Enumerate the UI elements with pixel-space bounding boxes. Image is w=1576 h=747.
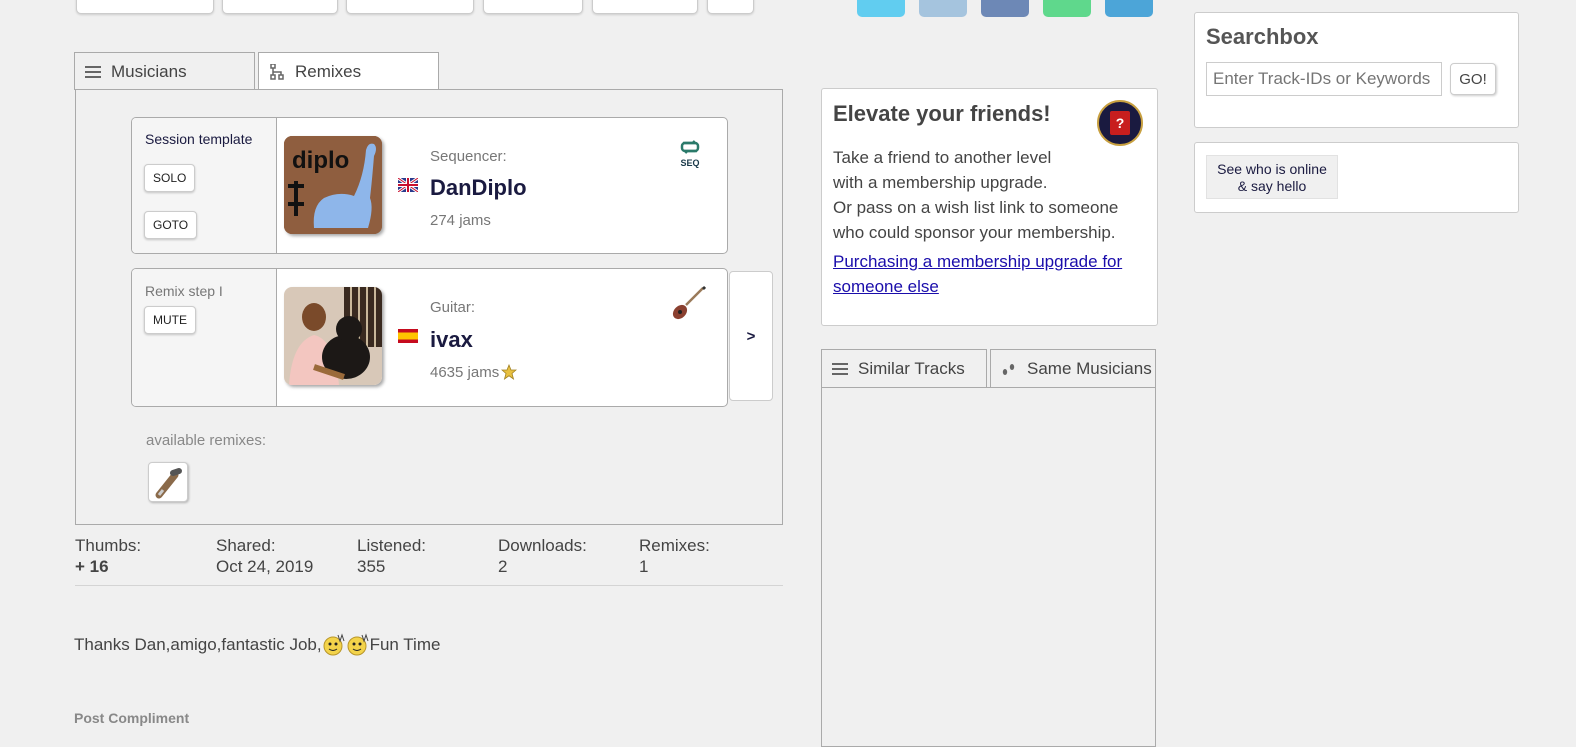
toolbar-button-1[interactable] bbox=[76, 0, 214, 14]
musician-name[interactable]: DanDiplo bbox=[430, 175, 527, 201]
whatsapp-share-button[interactable] bbox=[1043, 0, 1091, 17]
elevate-line-2: with a membership upgrade. bbox=[833, 173, 1048, 192]
jam-count: 274 jams bbox=[430, 212, 491, 229]
list-icon bbox=[85, 64, 101, 80]
search-input[interactable] bbox=[1206, 62, 1442, 96]
spain-flag-icon bbox=[398, 329, 418, 343]
tab-same-musicians[interactable]: Same Musicians bbox=[990, 349, 1156, 387]
comment-text-start: Thanks Dan,amigo,fantastic Job, bbox=[74, 635, 322, 654]
toolbar-button-3[interactable] bbox=[346, 0, 474, 14]
avatar-logo-text: diplo bbox=[292, 147, 349, 174]
next-remix-button[interactable]: > bbox=[729, 271, 773, 401]
stat-downloads-label: Downloads: bbox=[498, 536, 587, 555]
musician-role: Guitar: bbox=[430, 299, 476, 316]
jam-count: 4635 jams bbox=[430, 364, 500, 381]
musician-name[interactable]: ivax bbox=[430, 327, 473, 353]
next-remix-label: > bbox=[746, 327, 756, 345]
elevate-text: Take a friend to another level with a me… bbox=[833, 145, 1153, 245]
facebook-share-button[interactable] bbox=[981, 0, 1029, 17]
tab-remixes-label: Remixes bbox=[295, 61, 362, 81]
smiley-icon bbox=[322, 633, 346, 657]
see-who-online-line-1: See who is online bbox=[1217, 161, 1327, 177]
tab-same-label: Same Musicians bbox=[1027, 358, 1152, 378]
post-compliment-label[interactable]: Post Compliment bbox=[74, 710, 189, 726]
stat-shared-label: Shared: bbox=[216, 536, 276, 555]
searchbox-title: Searchbox bbox=[1206, 24, 1319, 49]
diplo-avatar-image: diplo bbox=[284, 136, 382, 234]
goto-button[interactable]: GOTO bbox=[144, 211, 198, 239]
sequencer-loop-shape bbox=[680, 140, 700, 154]
tab-musicians-label: Musicians bbox=[111, 61, 187, 81]
ivax-avatar-image bbox=[284, 287, 382, 385]
stats-divider bbox=[75, 585, 783, 586]
track-status-label: Remix step I bbox=[145, 283, 223, 299]
elevate-line-1: Take a friend to another level bbox=[833, 148, 1052, 167]
share-button-2[interactable] bbox=[919, 0, 967, 17]
available-remixes-label: available remixes: bbox=[146, 432, 267, 449]
list-icon bbox=[832, 361, 848, 377]
online-panel: See who is online & say hello bbox=[1194, 142, 1519, 213]
see-who-online-line-2: & say hello bbox=[1237, 178, 1307, 194]
comment-text-end: Fun Time bbox=[369, 635, 441, 654]
stat-listened-value: 355 bbox=[357, 557, 386, 576]
star-icon bbox=[500, 363, 518, 380]
remix-thumbnail[interactable] bbox=[148, 462, 188, 502]
search-go-button[interactable]: GO! bbox=[1450, 63, 1496, 95]
help-icon-glyph: ? bbox=[1115, 115, 1125, 131]
track-card-controls: Remix step I MUTE bbox=[132, 269, 277, 406]
tab-similar-tracks[interactable]: Similar Tracks bbox=[821, 349, 987, 387]
footsteps-icon bbox=[1001, 361, 1017, 377]
similar-tracks-panel bbox=[821, 387, 1156, 747]
stat-remixes-value: 1 bbox=[639, 557, 649, 576]
elevate-title: Elevate your friends! bbox=[833, 101, 1051, 126]
tab-remixes[interactable]: Remixes bbox=[258, 52, 439, 90]
help-book-icon: ? bbox=[1110, 111, 1130, 135]
track-card-sequencer: Session template SOLO GOTO diplo Sequenc… bbox=[131, 117, 728, 254]
toolbar-button-6[interactable] bbox=[707, 0, 754, 14]
twitter-share-button[interactable] bbox=[857, 0, 905, 17]
track-card-guitar: Remix step I MUTE Guitar: ivax 4635 jams bbox=[131, 268, 728, 407]
microphone-icon bbox=[155, 468, 182, 499]
avatar[interactable]: diplo bbox=[284, 136, 382, 234]
guitar-icon bbox=[670, 285, 707, 321]
searchbox-panel: Searchbox GO! bbox=[1194, 12, 1519, 128]
toolbar-button-5[interactable] bbox=[592, 0, 698, 14]
stat-thumbs-label: Thumbs: bbox=[75, 536, 142, 555]
mute-button[interactable]: MUTE bbox=[144, 306, 196, 334]
elevate-friends-box: Elevate your friends! ? Take a friend to… bbox=[821, 88, 1158, 326]
tab-musicians[interactable]: Musicians bbox=[74, 52, 255, 90]
elevate-line-3: Or pass on a wish list link to someone bbox=[833, 198, 1119, 217]
avatar[interactable] bbox=[284, 287, 382, 385]
elevate-line-4: who could sponsor your membership. bbox=[833, 223, 1116, 242]
help-icon[interactable]: ? bbox=[1097, 100, 1143, 146]
smiley-icon bbox=[346, 633, 370, 657]
purchase-membership-link[interactable]: Purchasing a membership upgrade for some… bbox=[833, 249, 1143, 299]
stat-remixes-label: Remixes: bbox=[639, 536, 710, 555]
see-who-online-button[interactable]: See who is online & say hello bbox=[1206, 155, 1338, 199]
stat-downloads-value: 2 bbox=[498, 557, 508, 576]
sequencer-badge-text: SEQ bbox=[680, 158, 700, 168]
tab-similar-label: Similar Tracks bbox=[858, 358, 965, 378]
stat-thumbs-value: + 16 bbox=[75, 557, 109, 576]
sequencer-icon: SEQ bbox=[677, 140, 703, 170]
toolbar-button-4[interactable] bbox=[483, 0, 583, 14]
uk-flag-icon bbox=[397, 176, 419, 194]
toolbar-button-2[interactable] bbox=[222, 0, 338, 14]
stat-listened-label: Listened: bbox=[357, 536, 426, 555]
solo-button[interactable]: SOLO bbox=[144, 164, 196, 192]
stat-shared-value: Oct 24, 2019 bbox=[216, 557, 314, 576]
telegram-share-button[interactable] bbox=[1105, 0, 1153, 17]
tree-icon bbox=[269, 63, 285, 80]
track-comment: Thanks Dan,amigo,fantastic Job, Fun Time bbox=[74, 633, 440, 657]
track-card-controls: Session template SOLO GOTO bbox=[132, 118, 277, 253]
track-status-label: Session template bbox=[145, 131, 253, 147]
musician-role: Sequencer: bbox=[430, 148, 507, 165]
